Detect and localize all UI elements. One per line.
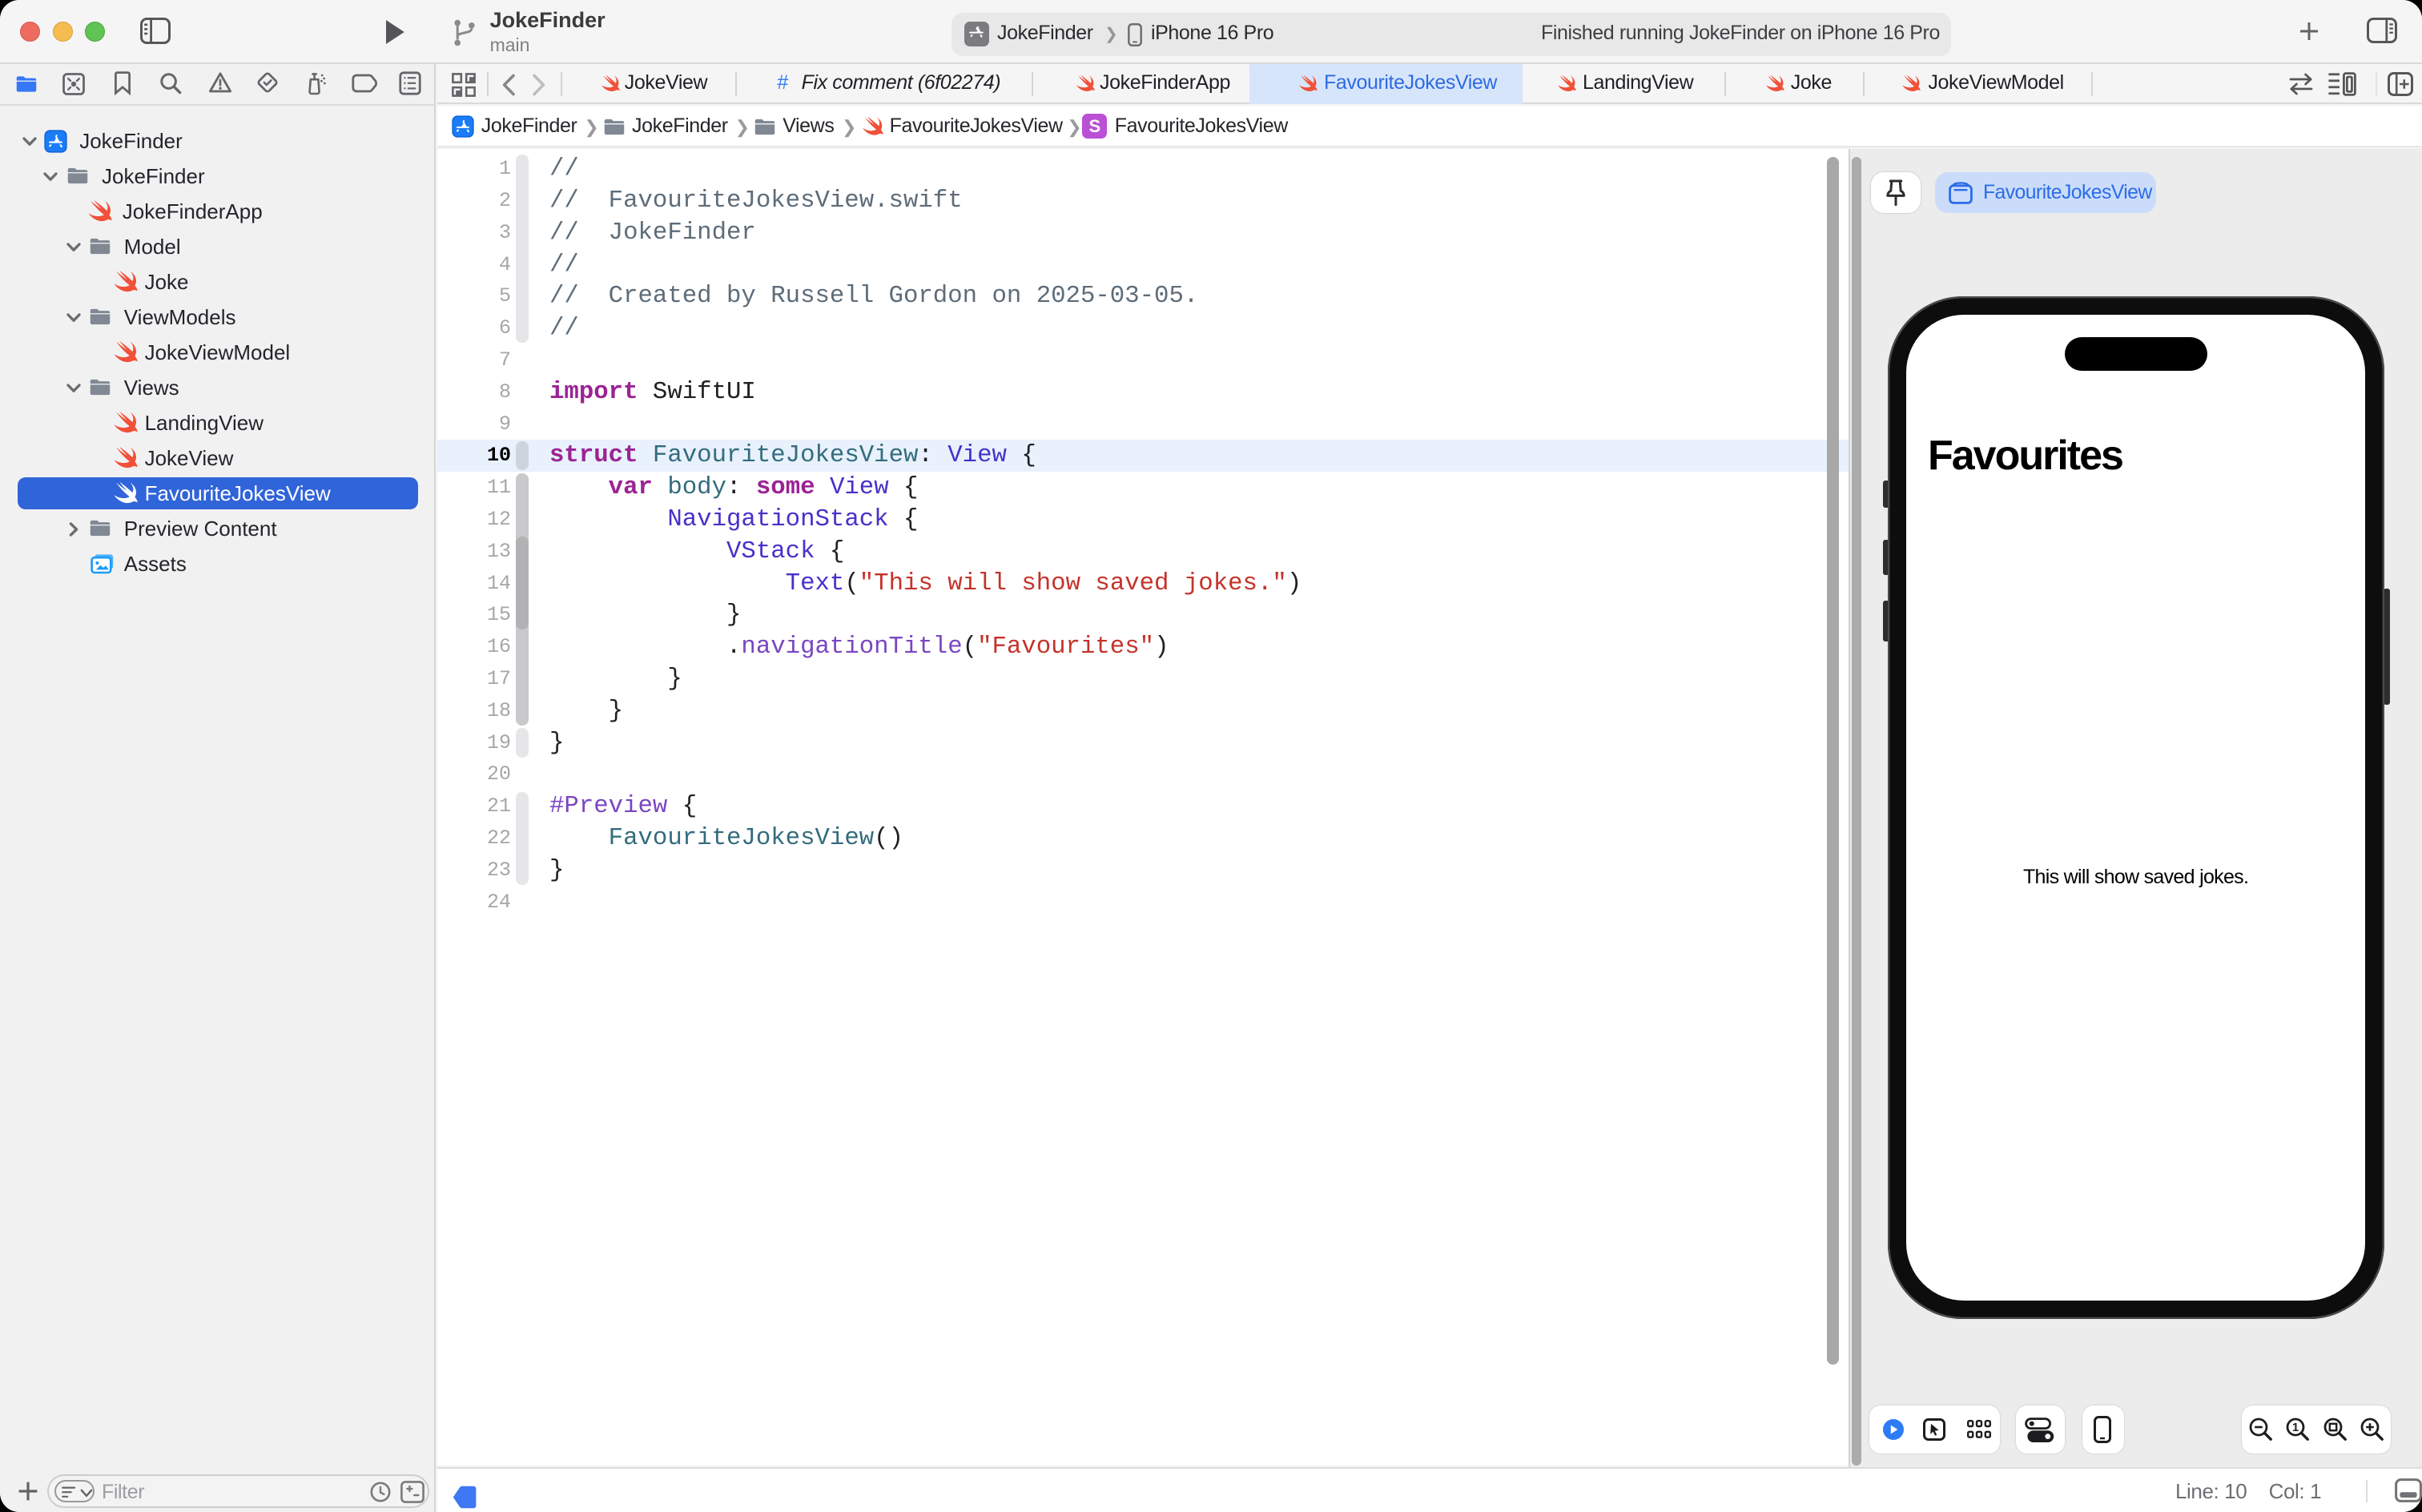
svg-text:1: 1 [2292, 1421, 2299, 1434]
